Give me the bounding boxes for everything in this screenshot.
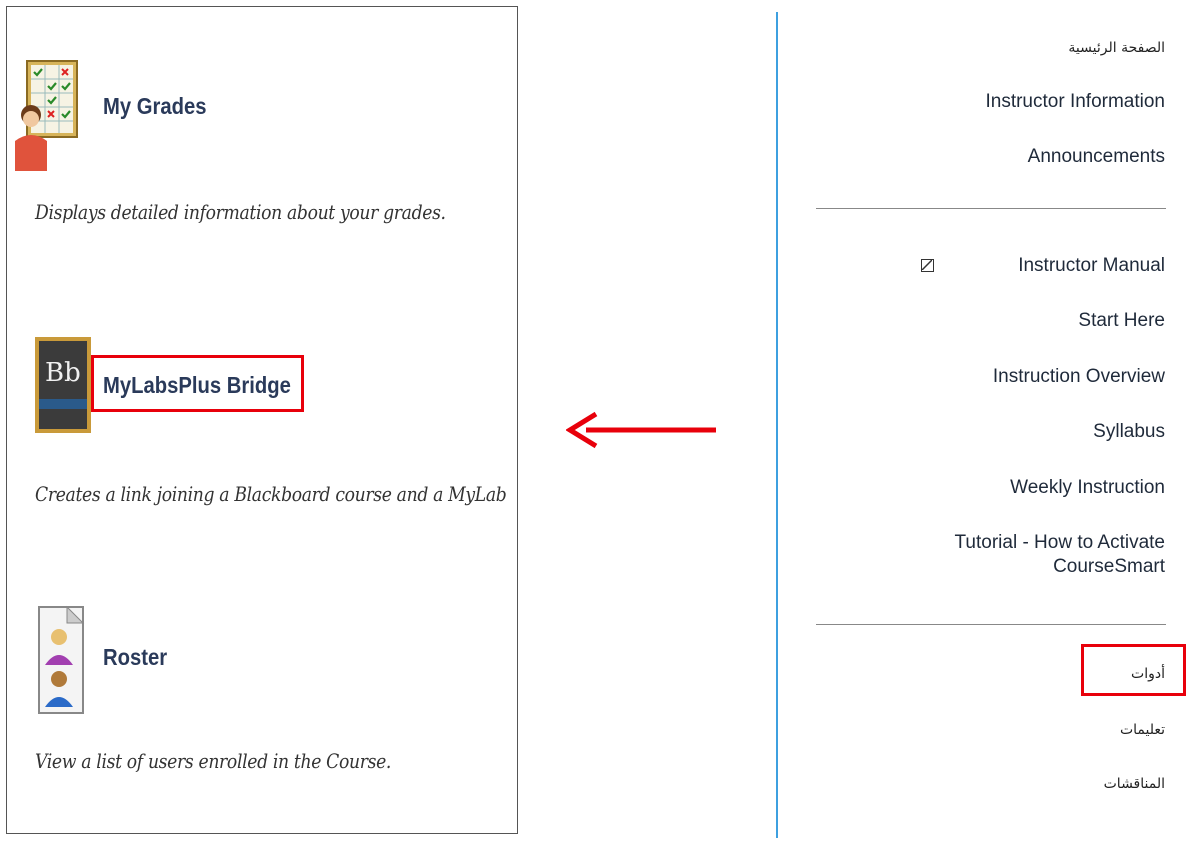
grades-icon[interactable] <box>15 59 79 176</box>
menu-item-help[interactable]: تعليمات <box>1120 718 1165 742</box>
menu-item-weekly-instruction[interactable]: Weekly Instruction <box>1010 476 1165 500</box>
menu-item-home[interactable]: الصفحة الرئيسية <box>1068 36 1165 60</box>
blackboard-bb-icon[interactable]: Bb <box>35 337 91 438</box>
bb-icon-text: Bb <box>45 358 81 388</box>
mylabsplus-bridge-description: Creates a link joining a Blackboard cour… <box>35 482 507 506</box>
tools-highlight-box <box>1081 644 1186 696</box>
my-grades-description: Displays detailed information about your… <box>35 200 446 224</box>
roster-description: View a list of users enrolled in the Cou… <box>35 749 392 773</box>
edit-icon[interactable] <box>921 259 934 272</box>
my-grades-title[interactable]: My Grades <box>103 93 206 120</box>
mylabsplus-highlight-box <box>91 355 304 412</box>
tools-panel: My Grades Displays detailed information … <box>6 6 518 834</box>
menu-divider <box>816 208 1166 209</box>
menu-item-instructor-information[interactable]: Instructor Information <box>985 90 1165 114</box>
menu-item-instructor-manual[interactable]: Instructor Manual <box>1018 254 1165 278</box>
menu-item-tutorial-line1: Tutorial - How to Activate <box>954 532 1165 553</box>
menu-left-border <box>776 12 778 838</box>
menu-divider <box>816 624 1166 625</box>
menu-item-start-here[interactable]: Start Here <box>1078 309 1165 333</box>
left-arrow-icon <box>565 410 718 455</box>
menu-item-syllabus[interactable]: Syllabus <box>1093 420 1165 444</box>
menu-item-tutorial[interactable]: Tutorial - How to Activate CourseSmart <box>955 531 1165 579</box>
roster-icon[interactable] <box>37 605 85 720</box>
menu-item-tutorial-line2: CourseSmart <box>1053 556 1165 577</box>
menu-item-announcements[interactable]: Announcements <box>1028 145 1165 169</box>
roster-title[interactable]: Roster <box>103 644 167 671</box>
menu-item-discussions[interactable]: المناقشات <box>1104 772 1165 796</box>
menu-item-instruction-overview[interactable]: Instruction Overview <box>993 365 1165 389</box>
